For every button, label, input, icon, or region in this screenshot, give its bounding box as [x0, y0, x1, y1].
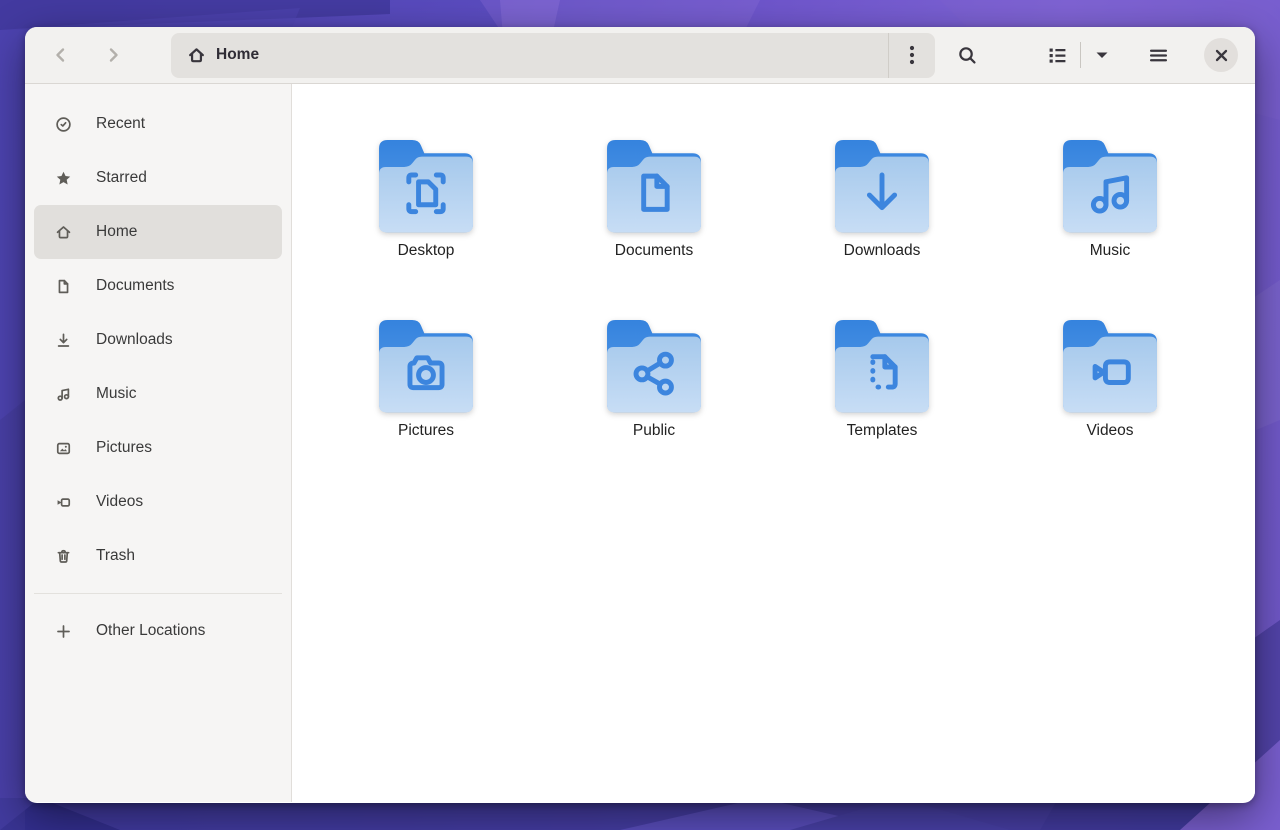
sidebar-item-label: Music	[96, 385, 136, 403]
sidebar-item-label: Downloads	[96, 331, 173, 349]
folder-item-music[interactable]: Music	[996, 128, 1224, 308]
recent-clock-icon	[55, 116, 72, 133]
trash-icon	[55, 548, 72, 565]
folder-icon	[827, 128, 937, 238]
path-bar: Home	[171, 33, 935, 78]
folder-icon	[1055, 128, 1165, 238]
document-icon	[55, 278, 72, 295]
home-icon	[55, 224, 72, 241]
folder-name: Public	[633, 422, 675, 440]
folder-name: Templates	[847, 422, 918, 440]
plus-icon	[55, 623, 72, 640]
folder-name: Documents	[615, 242, 693, 260]
folder-icon	[1055, 308, 1165, 418]
close-icon	[1215, 49, 1228, 62]
folder-item-downloads[interactable]: Downloads	[768, 128, 996, 308]
folder-icon	[371, 128, 481, 238]
folder-icon	[827, 308, 937, 418]
sidebar-item-downloads[interactable]: Downloads	[34, 313, 282, 367]
sidebar-item-documents[interactable]: Documents	[34, 259, 282, 313]
star-icon	[55, 170, 72, 187]
folder-item-templates[interactable]: Templates	[768, 308, 996, 488]
home-icon	[187, 46, 206, 65]
close-window-button[interactable]	[1204, 38, 1238, 72]
view-options-dropdown-button[interactable]	[1082, 33, 1122, 77]
chevron-right-icon	[104, 46, 122, 64]
sidebar-item-label: Other Locations	[96, 622, 205, 640]
view-list-button[interactable]	[1035, 33, 1079, 77]
sidebar-item-music[interactable]: Music	[34, 367, 282, 421]
sidebar-item-home[interactable]: Home	[34, 205, 282, 259]
folder-item-desktop[interactable]: Desktop	[312, 128, 540, 308]
folder-item-public[interactable]: Public	[540, 308, 768, 488]
sidebar-item-label: Videos	[96, 493, 143, 511]
back-button[interactable]	[35, 33, 87, 77]
view-split-divider	[1080, 42, 1081, 68]
sidebar-item-videos[interactable]: Videos	[34, 475, 282, 529]
path-crumb-home[interactable]: Home	[171, 46, 888, 65]
folder-item-pictures[interactable]: Pictures	[312, 308, 540, 488]
sidebar-item-label: Home	[96, 223, 137, 241]
sidebar-item-recent[interactable]: Recent	[34, 97, 282, 151]
sidebar-item-label: Recent	[96, 115, 145, 133]
folder-icon	[599, 128, 709, 238]
sidebar-item-starred[interactable]: Starred	[34, 151, 282, 205]
sidebar-separator	[34, 593, 282, 594]
folder-name: Downloads	[844, 242, 921, 260]
folder-grid: Desktop Documents	[292, 84, 1255, 802]
sidebar-item-label: Trash	[96, 547, 135, 565]
hamburger-menu-icon	[1149, 46, 1168, 65]
sidebar-item-other-locations[interactable]: Other Locations	[34, 604, 282, 658]
sidebar-item-pictures[interactable]: Pictures	[34, 421, 282, 475]
location-menu-button[interactable]	[889, 33, 935, 78]
sidebar-item-label: Documents	[96, 277, 174, 295]
hamburger-menu-button[interactable]	[1136, 33, 1180, 77]
forward-button[interactable]	[87, 33, 139, 77]
chevron-down-icon	[1094, 47, 1110, 63]
list-view-icon	[1048, 46, 1067, 65]
folder-name: Music	[1090, 242, 1130, 260]
sidebar-item-trash[interactable]: Trash	[34, 529, 282, 583]
folder-name: Desktop	[398, 242, 455, 260]
folder-icon	[599, 308, 709, 418]
files-window: Home	[25, 27, 1255, 803]
folder-icon	[371, 308, 481, 418]
music-notes-icon	[55, 386, 72, 403]
search-button[interactable]	[945, 33, 989, 77]
search-icon	[958, 46, 977, 65]
folder-name: Videos	[1086, 422, 1133, 440]
sidebar-item-label: Starred	[96, 169, 147, 187]
sidebar-item-label: Pictures	[96, 439, 152, 457]
kebab-menu-icon	[903, 44, 921, 66]
window-body: Recent Starred Home Do	[25, 84, 1255, 802]
folder-item-documents[interactable]: Documents	[540, 128, 768, 308]
chevron-left-icon	[52, 46, 70, 64]
path-label: Home	[216, 46, 259, 64]
picture-icon	[55, 440, 72, 457]
header-bar: Home	[25, 27, 1255, 84]
video-camera-icon	[55, 494, 72, 511]
folder-name: Pictures	[398, 422, 454, 440]
sidebar: Recent Starred Home Do	[25, 84, 292, 802]
download-icon	[55, 332, 72, 349]
folder-item-videos[interactable]: Videos	[996, 308, 1224, 488]
